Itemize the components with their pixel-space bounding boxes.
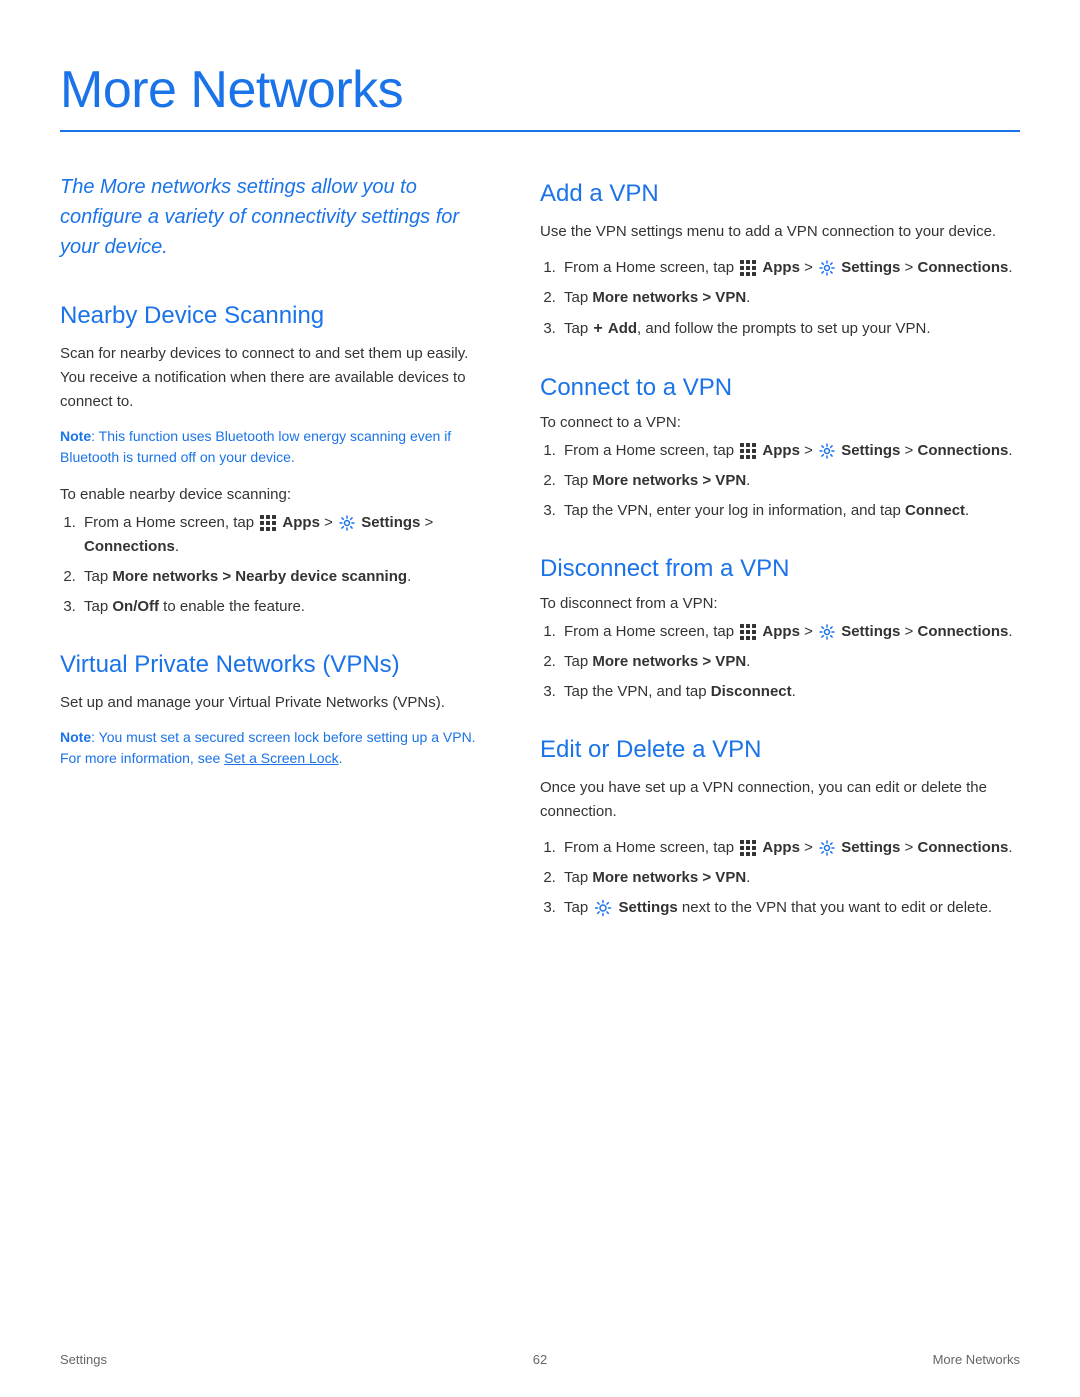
list-item: Tap More networks > Nearby device scanni… — [80, 565, 480, 589]
edit-delete-vpn-step2-bold: More networks > VPN — [592, 869, 746, 886]
nearby-scanning-note: Note: This function uses Bluetooth low e… — [60, 426, 480, 468]
footer-page-number: 62 — [533, 1352, 547, 1367]
settings-label-4: Settings — [841, 623, 900, 640]
nearby-scanning-steps: From a Home screen, tap Apps > Settings — [80, 511, 480, 619]
gear-icon-inline — [594, 899, 612, 917]
list-item: Tap + Add, and follow the prompts to set… — [560, 316, 1020, 342]
vpns-title: Virtual Private Networks (VPNs) — [60, 651, 480, 679]
title-divider — [60, 130, 1020, 132]
apps-label-5: Apps — [762, 839, 800, 856]
connections-label: Connections — [84, 538, 175, 555]
vpns-note: Note: You must set a secured screen lock… — [60, 727, 480, 769]
edit-delete-vpn-steps: From a Home screen, tap Apps > Settings — [560, 836, 1020, 920]
settings-gear-icon-5 — [819, 840, 835, 856]
note-label: Note — [60, 428, 91, 444]
page-title: More Networks — [60, 60, 1020, 120]
nearby-step3-bold: On/Off — [112, 598, 159, 615]
page-footer: Settings 62 More Networks — [60, 1352, 1020, 1367]
connections-label-2: Connections — [917, 259, 1008, 276]
right-column: Add a VPN Use the VPN settings menu to a… — [540, 172, 1020, 936]
add-vpn-steps: From a Home screen, tap Apps > Settings — [560, 256, 1020, 342]
nearby-scanning-body: Scan for nearby devices to connect to an… — [60, 342, 480, 414]
plus-icon: + — [593, 316, 602, 342]
list-item: From a Home screen, tap Apps > Settings — [560, 439, 1020, 463]
nearby-step2-bold: More networks > Nearby device scanning — [112, 568, 407, 585]
list-item: Tap the VPN, enter your log in informati… — [560, 499, 1020, 523]
settings-gear-icon-2 — [819, 260, 835, 276]
list-item: From a Home screen, tap Apps > Settings — [560, 620, 1020, 644]
connect-vpn-step3-bold: Connect — [905, 502, 965, 519]
settings-label-5: Settings — [841, 839, 900, 856]
page-container: More Networks The More networks settings… — [0, 0, 1080, 1016]
add-vpn-body: Use the VPN settings menu to add a VPN c… — [540, 220, 1020, 244]
settings-label: Settings — [361, 514, 420, 531]
list-item: From a Home screen, tap Apps > Settings — [560, 256, 1020, 280]
list-item: Tap More networks > VPN. — [560, 650, 1020, 674]
vpns-body: Set up and manage your Virtual Private N… — [60, 691, 480, 715]
add-vpn-step3-bold: Add — [608, 320, 637, 337]
apps-grid-icon-3 — [740, 443, 756, 459]
disconnect-vpn-step3-bold: Disconnect — [711, 683, 792, 700]
apps-label: Apps — [282, 514, 320, 531]
disconnect-vpn-intro: To disconnect from a VPN: — [540, 595, 1020, 612]
left-column: The More networks settings allow you to … — [60, 172, 480, 936]
vpns-note-label: Note — [60, 729, 91, 745]
list-item: Tap More networks > VPN. — [560, 866, 1020, 890]
edit-delete-vpn-step3-bold: Settings — [619, 899, 678, 916]
apps-label-3: Apps — [762, 442, 800, 459]
disconnect-vpn-title: Disconnect from a VPN — [540, 555, 1020, 583]
connections-label-3: Connections — [917, 442, 1008, 459]
list-item: Tap Settings next to the VPN that you wa… — [560, 896, 1020, 920]
list-item: Tap On/Off to enable the feature. — [80, 595, 480, 619]
add-vpn-title: Add a VPN — [540, 180, 1020, 208]
set-screen-lock-link[interactable]: Set a Screen Lock — [224, 750, 338, 766]
apps-label-2: Apps — [762, 259, 800, 276]
connect-vpn-steps: From a Home screen, tap Apps > Settings — [560, 439, 1020, 523]
list-item: From a Home screen, tap Apps > Settings — [560, 836, 1020, 860]
connect-vpn-title: Connect to a VPN — [540, 374, 1020, 402]
settings-gear-icon-4 — [819, 624, 835, 640]
list-item: From a Home screen, tap Apps > Settings — [80, 511, 480, 559]
connections-label-5: Connections — [917, 839, 1008, 856]
edit-delete-vpn-title: Edit or Delete a VPN — [540, 736, 1020, 764]
connect-vpn-step2-bold: More networks > VPN — [592, 472, 746, 489]
list-item: Tap More networks > VPN. — [560, 286, 1020, 310]
list-item: Tap the VPN, and tap Disconnect. — [560, 680, 1020, 704]
nearby-scanning-steps-label: To enable nearby device scanning: — [60, 486, 480, 503]
disconnect-vpn-step2-bold: More networks > VPN — [592, 653, 746, 670]
apps-grid-icon-5 — [740, 840, 756, 856]
add-vpn-step2-bold: More networks > VPN — [592, 289, 746, 306]
disconnect-vpn-steps: From a Home screen, tap Apps > Settings — [560, 620, 1020, 704]
settings-gear-icon-3 — [819, 443, 835, 459]
apps-grid-icon-4 — [740, 624, 756, 640]
settings-gear-icon — [339, 515, 355, 531]
connections-label-4: Connections — [917, 623, 1008, 640]
edit-delete-vpn-body: Once you have set up a VPN connection, y… — [540, 776, 1020, 824]
apps-grid-icon-2 — [740, 260, 756, 276]
list-item: Tap More networks > VPN. — [560, 469, 1020, 493]
footer-right: More Networks — [933, 1352, 1020, 1367]
apps-label-4: Apps — [762, 623, 800, 640]
intro-text: The More networks settings allow you to … — [60, 172, 480, 262]
settings-label-2: Settings — [841, 259, 900, 276]
settings-label-3: Settings — [841, 442, 900, 459]
footer-left: Settings — [60, 1352, 107, 1367]
nearby-scanning-title: Nearby Device Scanning — [60, 302, 480, 330]
apps-grid-icon — [260, 515, 276, 531]
connect-vpn-intro: To connect to a VPN: — [540, 414, 1020, 431]
main-content: The More networks settings allow you to … — [60, 172, 1020, 936]
